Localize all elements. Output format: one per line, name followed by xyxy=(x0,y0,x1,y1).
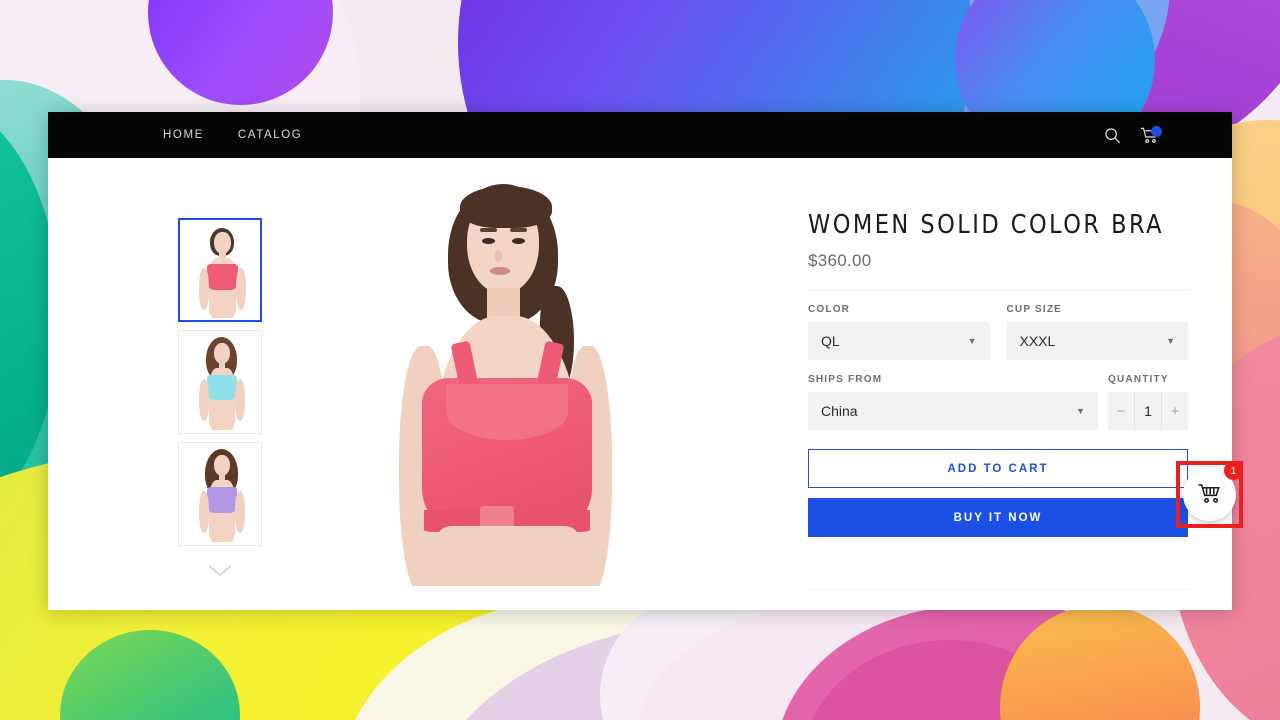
divider-description xyxy=(808,589,1188,590)
quantity-label: QUANTITY xyxy=(1108,374,1169,385)
ships-from-label: SHIPS FROM xyxy=(808,374,883,385)
cup-size-select-value: XXXL xyxy=(1019,333,1056,349)
color-select-value: QL xyxy=(821,333,840,349)
color-label: COLOR xyxy=(808,304,851,315)
nav-link-catalog[interactable]: CATALOG xyxy=(238,129,302,141)
buy-it-now-button[interactable]: BUY IT NOW xyxy=(808,498,1188,537)
thumbnail-1[interactable] xyxy=(178,218,262,322)
quantity-increment-button[interactable]: + xyxy=(1162,392,1188,430)
product-price: $360.00 xyxy=(808,251,872,270)
floating-cart-badge: 1 xyxy=(1224,461,1243,480)
color-select[interactable]: QL ▼ xyxy=(808,322,990,360)
product-page-content: WOMEN SOLID COLOR BRA $360.00 COLOR QL ▼… xyxy=(48,158,1232,610)
product-thumbnail-gallery xyxy=(166,166,274,610)
ships-from-block: SHIPS FROM China ▼ xyxy=(808,374,1098,430)
chevron-down-icon-cupsize: ▼ xyxy=(1166,336,1175,346)
site-header: HOME CATALOG xyxy=(48,112,1232,158)
quantity-decrement-button[interactable]: − xyxy=(1108,392,1134,430)
variant-options-row: COLOR QL ▼ CUP SIZE XXXL ▼ xyxy=(808,304,1188,360)
thumbnail-3[interactable] xyxy=(178,442,262,546)
search-icon[interactable] xyxy=(1104,127,1121,144)
main-nav: HOME CATALOG xyxy=(163,129,302,141)
page-title: WOMEN SOLID COLOR BRA xyxy=(808,210,1164,240)
chevron-down-icon-ships: ▼ xyxy=(1076,406,1085,416)
cup-size-option-block: CUP SIZE XXXL ▼ xyxy=(1006,304,1188,360)
cup-size-select[interactable]: XXXL ▼ xyxy=(1006,322,1188,360)
nav-link-home[interactable]: HOME xyxy=(163,129,204,141)
chevron-down-icon[interactable] xyxy=(207,564,233,578)
color-option-block: COLOR QL ▼ xyxy=(808,304,990,360)
desktop-wallpaper: HOME CATALOG WOMEN SOLID COLOR BRA $360.… xyxy=(0,0,1280,720)
store-page-window: HOME CATALOG WOMEN SOLID COLOR BRA $360.… xyxy=(48,112,1232,610)
product-info-panel: WOMEN SOLID COLOR BRA $360.00 COLOR QL ▼… xyxy=(808,166,1188,610)
ships-quantity-row: SHIPS FROM China ▼ QUANTITY − 1 + xyxy=(808,374,1188,430)
floating-cart-widget: 1 xyxy=(1176,461,1243,528)
quantity-input[interactable]: 1 xyxy=(1134,392,1162,430)
cart-badge-dot xyxy=(1151,125,1162,137)
cup-size-label: CUP SIZE xyxy=(1006,304,1063,315)
header-icon-group xyxy=(1104,125,1162,144)
divider-top xyxy=(808,289,1188,290)
thumbnail-2[interactable] xyxy=(178,330,262,434)
add-to-cart-button[interactable]: ADD TO CART xyxy=(808,449,1188,488)
quantity-block: QUANTITY − 1 + xyxy=(1108,374,1188,430)
product-main-image[interactable] xyxy=(304,166,696,586)
quantity-stepper: − 1 + xyxy=(1108,392,1188,430)
ships-from-value: China xyxy=(821,403,858,419)
chevron-down-icon-color: ▼ xyxy=(967,336,977,346)
ships-from-select[interactable]: China ▼ xyxy=(808,392,1098,430)
cart-icon[interactable] xyxy=(1140,125,1162,144)
